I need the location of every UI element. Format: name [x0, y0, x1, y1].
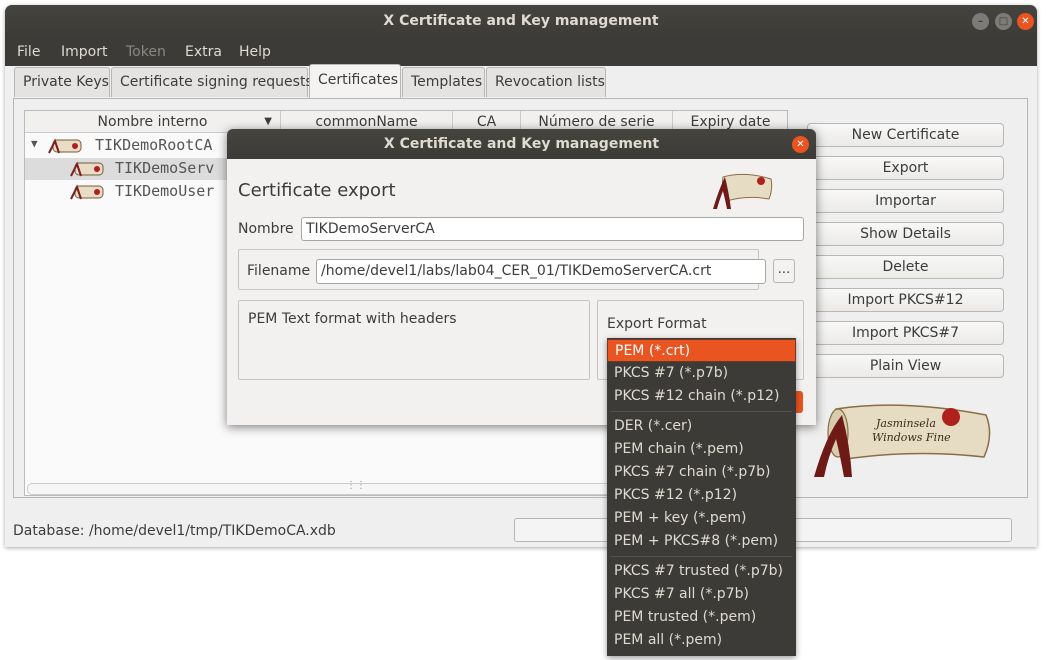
name-label: Nombre [238, 221, 294, 237]
export-format-dropdown[interactable]: PEM (*.crt) PKCS #7 (*.p7b) PKCS #12 cha… [607, 338, 796, 656]
filename-field[interactable]: /home/devel1/labs/lab04_CER_01/TIKDemoSe… [316, 259, 766, 284]
close-icon[interactable]: ✕ [1017, 13, 1034, 30]
format-option[interactable]: PKCS #7 chain (*.p7b) [607, 461, 796, 484]
dropdown-separator [611, 411, 792, 412]
menu-token[interactable]: Token [126, 44, 166, 60]
minimize-icon[interactable]: – [972, 13, 989, 30]
export-button[interactable]: Export [807, 156, 1004, 180]
format-option[interactable]: PEM + key (*.pem) [607, 507, 796, 530]
format-option[interactable]: DER (*.cer) [607, 415, 796, 438]
export-format-label: Export Format [607, 316, 707, 332]
svg-text:Jasminsela: Jasminsela [874, 417, 936, 430]
window-title: X Certificate and Key management [383, 13, 659, 29]
tab-revocation-lists[interactable]: Revocation lists [486, 67, 606, 97]
format-option[interactable]: PKCS #7 all (*.p7b) [607, 583, 796, 606]
maximize-icon[interactable]: □ [995, 13, 1012, 30]
dialog-titlebar: X Certificate and Key management ✕ [227, 129, 816, 159]
certificate-icon [48, 138, 82, 154]
menu-help[interactable]: Help [239, 44, 271, 60]
format-option[interactable]: PKCS #12 (*.p12) [607, 484, 796, 507]
tab-private-keys[interactable]: Private Keys [14, 67, 110, 97]
tab-csr[interactable]: Certificate signing requests [111, 67, 313, 97]
format-option[interactable]: PKCS #7 trusted (*.p7b) [607, 560, 796, 583]
format-option[interactable]: PEM chain (*.pem) [607, 438, 796, 461]
import-button[interactable]: Importar [807, 189, 1004, 213]
filename-label: Filename [247, 263, 311, 279]
titlebar: X Certificate and Key management – □ ✕ [5, 5, 1037, 38]
menu-file[interactable]: File [17, 44, 40, 60]
menu-import[interactable]: Import [61, 44, 107, 60]
tree-row-label: TIKDemoServ [115, 159, 215, 177]
menu-extra[interactable]: Extra [185, 44, 222, 60]
format-option[interactable]: PKCS #12 chain (*.p12) [607, 385, 796, 408]
column-header-name-label: Nombre interno [97, 114, 208, 130]
tab-certificates[interactable]: Certificates [309, 64, 401, 98]
browse-button[interactable]: ... [773, 259, 795, 283]
certificate-icon [70, 184, 104, 200]
format-option[interactable]: PEM trusted (*.pem) [607, 606, 796, 629]
xca-small-logo [713, 173, 773, 209]
tab-templates[interactable]: Templates [402, 67, 485, 97]
import-pkcs7-button[interactable]: Import PKCS#7 [807, 321, 1004, 345]
database-status: Database: /home/devel1/tmp/TIKDemoCA.xdb [13, 523, 336, 539]
tree-row-label: TIKDemoRootCA [95, 136, 213, 154]
format-option[interactable]: PEM + PKCS#8 (*.pem) [607, 530, 796, 553]
xca-logo: Jasminsela Windows Fine [814, 404, 991, 477]
dialog-title: X Certificate and Key management [383, 136, 660, 152]
format-description-box: PEM Text format with headers [238, 300, 590, 380]
svg-text:Windows Fine: Windows Fine [872, 431, 951, 444]
format-option[interactable]: PEM (*.crt) [607, 339, 796, 362]
format-option[interactable]: PEM all (*.pem) [607, 629, 796, 652]
close-icon[interactable]: ✕ [792, 136, 809, 153]
dropdown-separator [611, 556, 792, 557]
new-certificate-button[interactable]: New Certificate [807, 123, 1004, 147]
delete-button[interactable]: Delete [807, 255, 1004, 279]
format-description: PEM Text format with headers [248, 311, 457, 327]
show-details-button[interactable]: Show Details [807, 222, 1004, 246]
name-field[interactable]: TIKDemoServerCA [301, 217, 804, 241]
certificate-icon [70, 161, 104, 177]
plain-view-button[interactable]: Plain View [807, 354, 1004, 378]
expand-arrow-icon[interactable]: ▼ [31, 137, 38, 150]
format-option[interactable]: PKCS #7 (*.p7b) [607, 362, 796, 385]
tree-row-label: TIKDemoUser [115, 182, 215, 200]
scroll-grip-icon: ⋮⋮ [346, 480, 366, 491]
import-pkcs12-button[interactable]: Import PKCS#12 [807, 288, 1004, 312]
menubar: File Import Token Extra Help [5, 38, 1037, 66]
dialog-heading: Certificate export [238, 180, 396, 201]
